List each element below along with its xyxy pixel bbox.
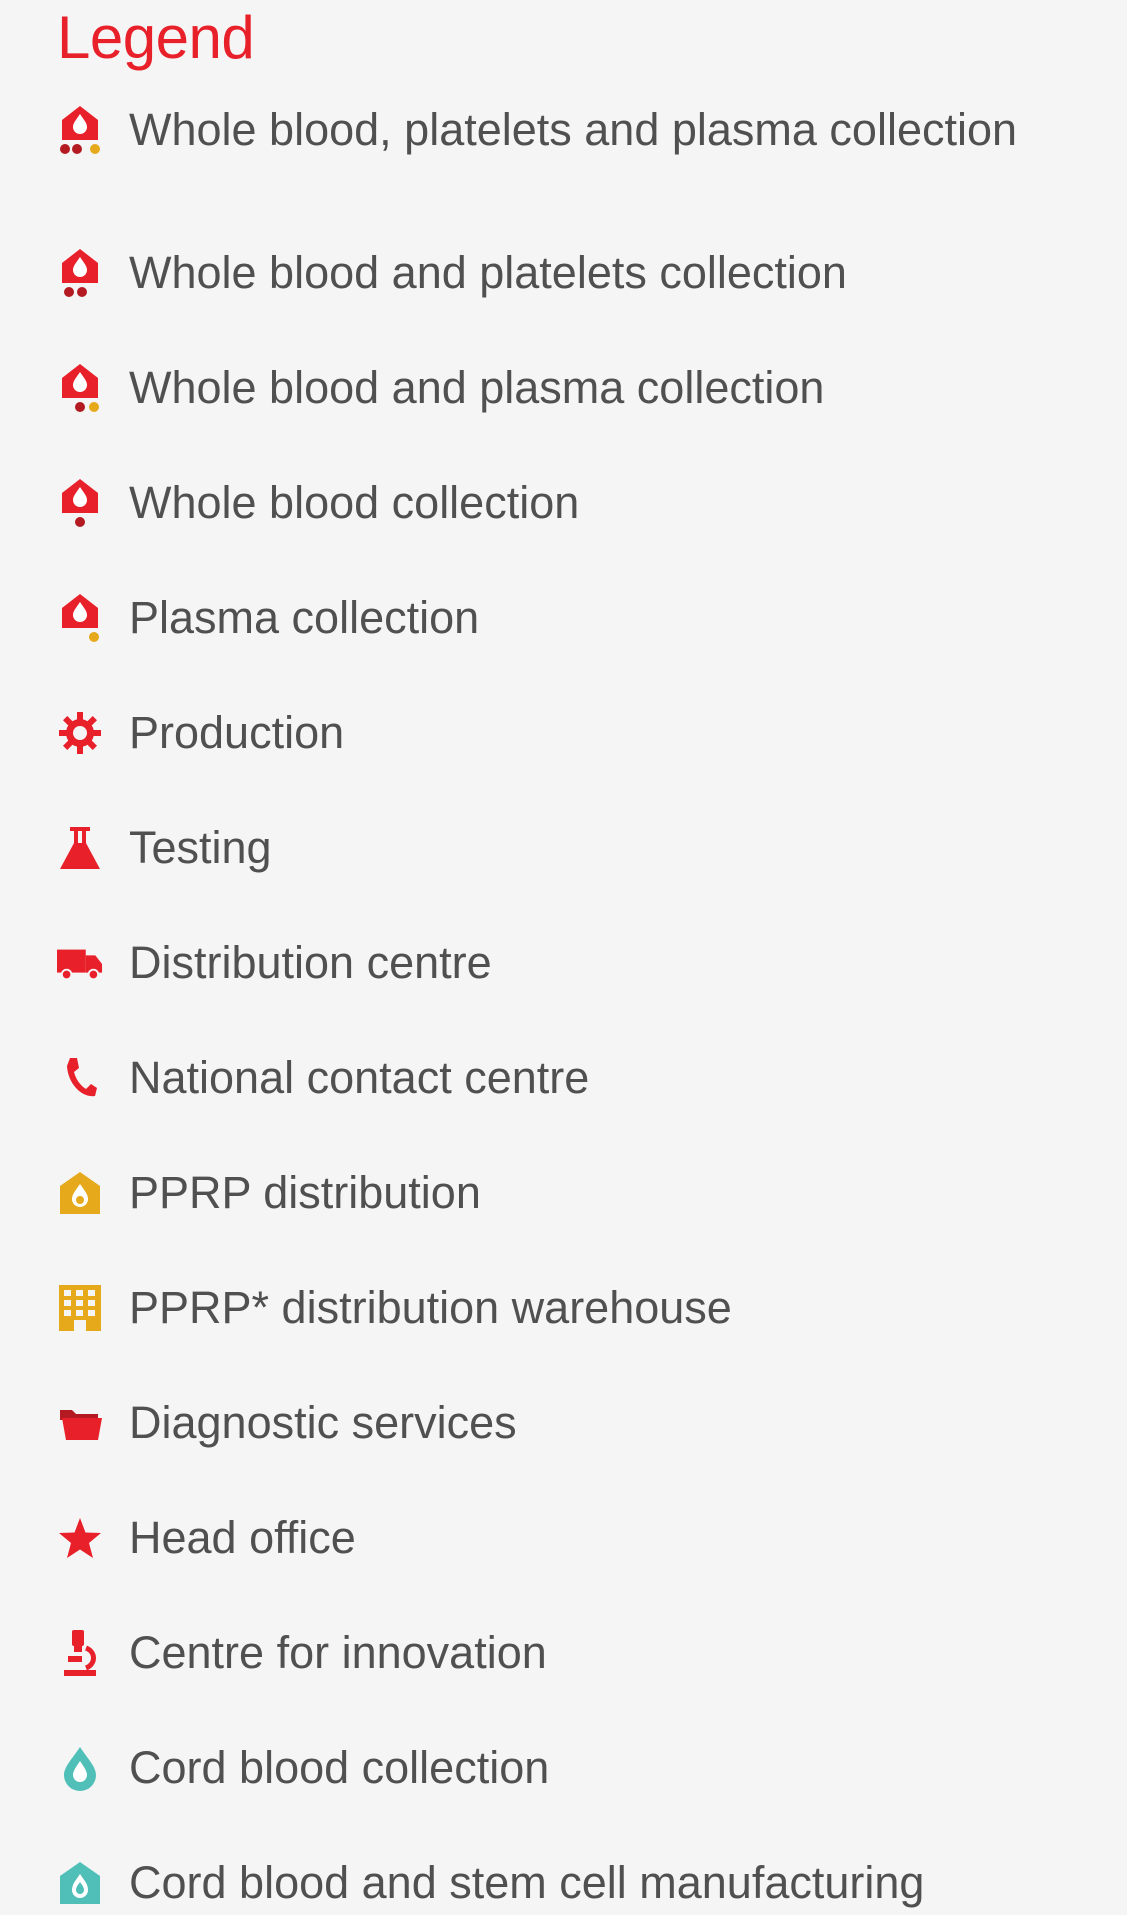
legend-item: Centre for innovation <box>57 1595 1017 1710</box>
legend-item: Diagnostic services <box>57 1365 1017 1480</box>
legend-item: Testing <box>57 790 1017 905</box>
legend-item: Whole blood, platelets and plasma collec… <box>57 100 1017 160</box>
legend-item: Whole blood and plasma collection <box>57 330 1017 445</box>
microscope-icon <box>57 1627 103 1679</box>
house-drop-icon-platelets-plasma <box>57 104 103 156</box>
legend-item-label: Plasma collection <box>129 591 480 643</box>
legend-item: Production <box>57 675 1017 790</box>
truck-icon <box>57 937 103 989</box>
legend-panel: Legend Whole blood, platelets and plasma… <box>0 0 1127 1915</box>
gear-icon <box>57 707 103 759</box>
legend-item-label: Diagnostic services <box>129 1396 517 1448</box>
legend-item: PPRP* distribution warehouse <box>57 1250 1017 1365</box>
legend-item-label: PPRP* distribution warehouse <box>129 1281 732 1333</box>
legend-item-label: Whole blood and plasma collection <box>129 361 825 413</box>
legend-item: Whole blood and platelets collection <box>57 215 1017 330</box>
legend-list: Whole blood, platelets and plasma collec… <box>57 100 1017 1915</box>
legend-item-label: Whole blood and platelets collection <box>129 246 847 298</box>
legend-item-label: Distribution centre <box>129 936 492 988</box>
folder-icon <box>57 1397 103 1449</box>
legend-item-label: Production <box>129 706 345 758</box>
house-drop-teal-icon <box>57 1857 103 1909</box>
legend-item: Whole blood collection <box>57 445 1017 560</box>
house-drop-icon-platelets <box>57 247 103 299</box>
house-drop-amber-icon <box>57 1167 103 1219</box>
drop-teal-icon <box>57 1742 103 1794</box>
flask-icon <box>57 822 103 874</box>
legend-item-label: Centre for innovation <box>129 1626 547 1678</box>
phone-icon <box>57 1052 103 1104</box>
legend-item: Cord blood and stem cell manufacturing <box>57 1825 1017 1915</box>
house-drop-icon-plasma-only <box>57 592 103 644</box>
house-drop-icon-plasma <box>57 362 103 414</box>
legend-item-label: PPRP distribution <box>129 1166 481 1218</box>
building-icon <box>57 1282 103 1334</box>
legend-item-label: Testing <box>129 821 272 873</box>
legend-item-label: Whole blood, platelets and plasma collec… <box>129 104 1018 155</box>
legend-item: Cord blood collection <box>57 1710 1017 1825</box>
legend-item: Plasma collection <box>57 560 1017 675</box>
legend-item-label: Cord blood and stem cell manufacturing <box>129 1856 925 1908</box>
legend-item: Head office <box>57 1480 1017 1595</box>
legend-item: Distribution centre <box>57 905 1017 1020</box>
legend-item: National contact centre <box>57 1020 1017 1135</box>
legend-item-label: National contact centre <box>129 1051 590 1103</box>
legend-item-label: Head office <box>129 1511 356 1563</box>
house-drop-icon <box>57 477 103 529</box>
legend-item: PPRP distribution <box>57 1135 1017 1250</box>
legend-title: Legend <box>57 4 255 71</box>
legend-item-label: Cord blood collection <box>129 1741 550 1793</box>
star-icon <box>57 1512 103 1564</box>
legend-item-label: Whole blood collection <box>129 476 580 528</box>
